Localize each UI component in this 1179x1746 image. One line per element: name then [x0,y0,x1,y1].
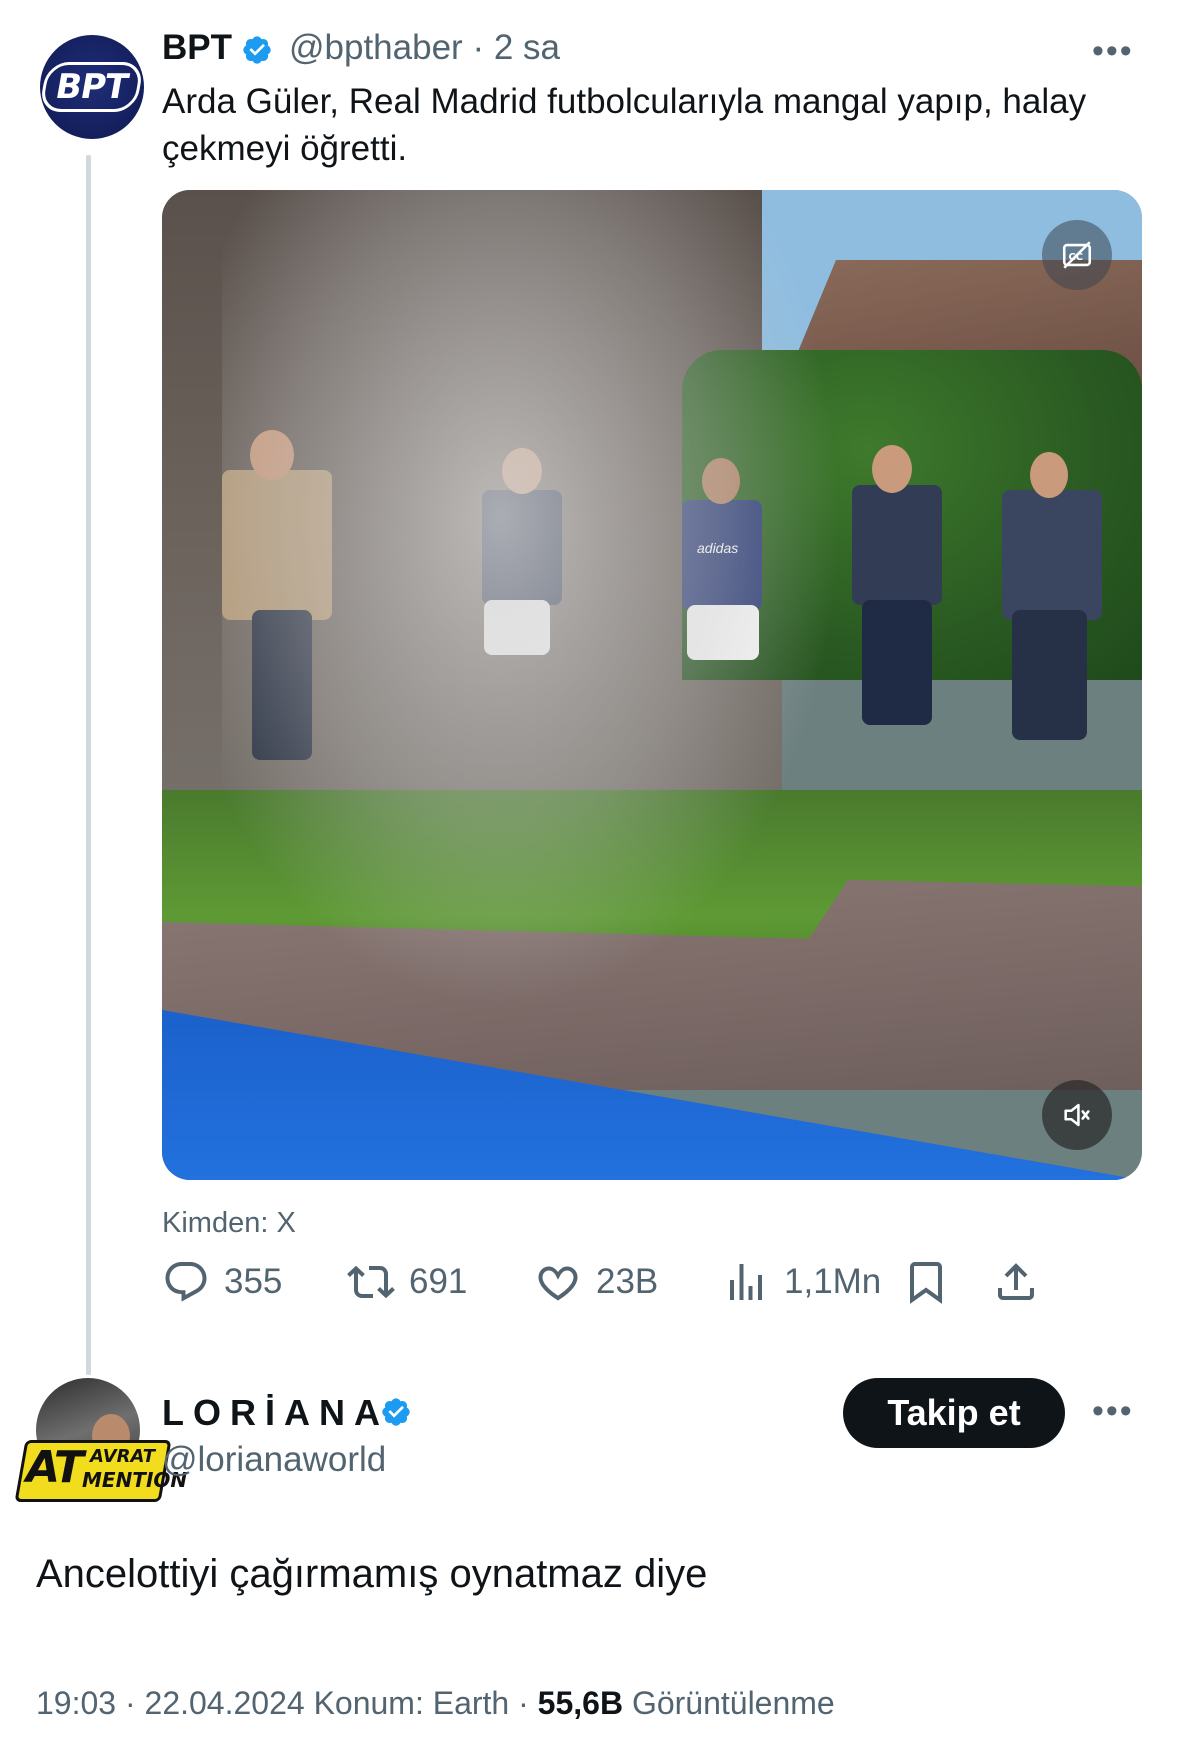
bookmark-button[interactable] [902,1258,950,1306]
verified-badge-icon [243,36,271,64]
video-person-5 [1002,490,1102,620]
avatar-sticker: AT AVRAT MENTION [14,1440,187,1502]
bpt-logo: BPT [39,62,145,112]
views-count: 1,1Mn [784,1262,882,1301]
reply-icon [165,1262,207,1302]
author-name[interactable]: BPT [162,28,232,68]
share-button[interactable] [992,1258,1040,1306]
share-icon [998,1263,1034,1300]
video-person-4 [852,485,942,605]
reply-author-handle[interactable]: @lorianaworld [162,1440,386,1480]
repost-button[interactable]: 691 [347,1258,467,1306]
meta-views-count: 55,6B [537,1685,624,1721]
sticker-big-text: AT [26,1442,84,1493]
meta-views-label: Görüntülenme [623,1685,835,1721]
video-person-4-legs [862,600,932,725]
reply-count: 355 [224,1262,283,1301]
like-button[interactable]: 23B [534,1258,658,1306]
more-options-icon[interactable]: ••• [1092,1392,1134,1431]
volume-muted-icon[interactable] [1042,1080,1112,1150]
tweet-time: 2 sa [493,28,560,67]
bpt-avatar[interactable]: BPT [39,35,145,139]
tweet-meta: 19:03 · 22.04.2024 Konum: Earth · 55,6B … [36,1685,835,1722]
views-button[interactable]: 1,1Mn [722,1258,881,1306]
tweet-source: Kimden: X [162,1207,296,1239]
more-options-icon[interactable]: ••• [1092,32,1134,71]
reply-button[interactable]: 355 [162,1258,282,1306]
captions-off-icon[interactable]: CC [1042,220,1112,290]
follow-button[interactable]: Takip et [843,1378,1065,1448]
tweet-text: Arda Güler, Real Madrid futbolcularıyla … [162,82,1087,168]
repost-count: 691 [409,1262,468,1301]
video-person-5-head [1030,452,1068,498]
reply-text: Ancelottiyi çağırmamış oynatmaz diye [36,1552,708,1596]
repost-icon [347,1265,395,1299]
views-chart-icon [730,1264,762,1300]
heart-icon [538,1266,578,1301]
verified-badge-icon [382,1398,410,1426]
bookmark-icon [910,1262,942,1304]
sticker-line-1: AVRAT [90,1446,155,1467]
meta-time-location[interactable]: 19:03 · 22.04.2024 Konum: Earth · [36,1685,538,1721]
author-handle: @bpthaber [289,28,463,67]
separator-dot: · [472,28,485,67]
thread-line [86,155,91,1375]
video-player[interactable]: adidas CC [162,190,1142,1180]
video-person-5-legs [1012,610,1087,740]
video-scene-smoke [222,190,842,1010]
action-bar: 355 691 23B 1,1Mn [162,1258,1142,1318]
like-count: 23B [596,1262,659,1301]
reply-author-name[interactable]: LORİANA [162,1392,389,1434]
video-person-4-head [872,445,912,493]
author-handle-time[interactable]: @bpthaber · 2 sa [289,28,560,68]
